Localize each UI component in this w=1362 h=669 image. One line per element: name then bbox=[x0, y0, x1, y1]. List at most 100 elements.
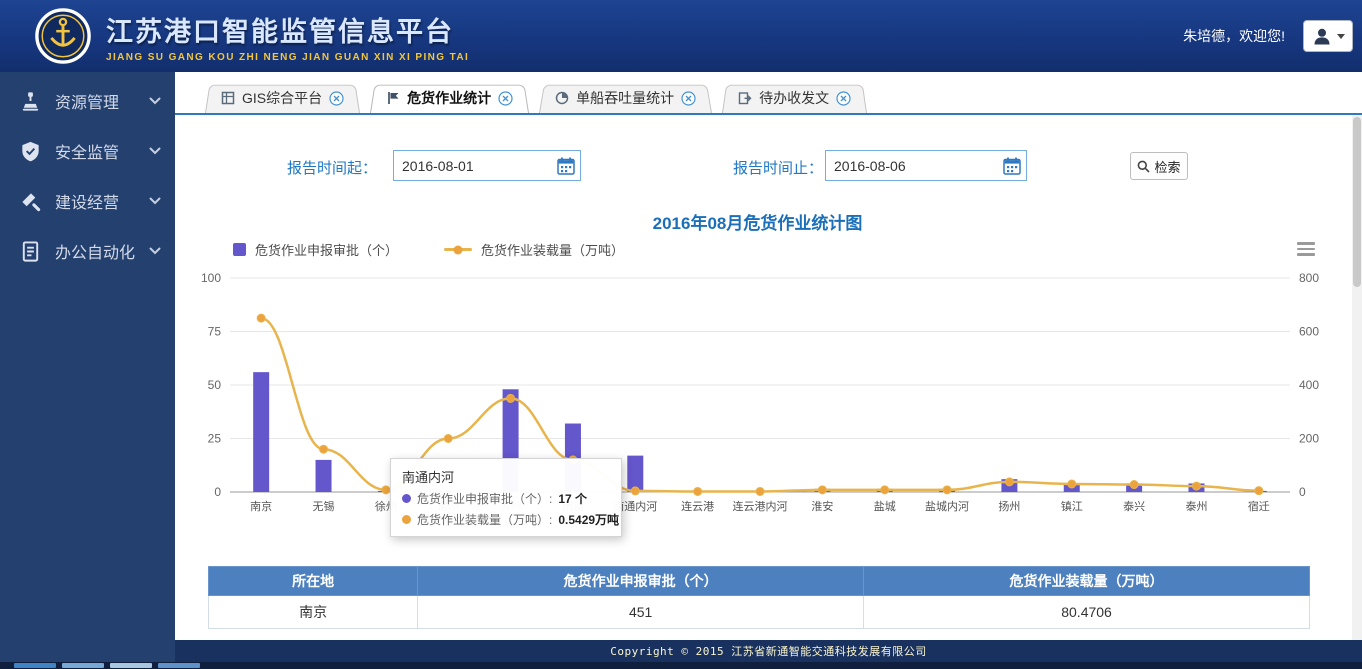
sidebar-item-label: 资源管理 bbox=[55, 89, 149, 113]
svg-text:25: 25 bbox=[208, 432, 222, 446]
cargo-stats-table: 所在地 危货作业申报审批（个） 危货作业装载量（万吨） 南京 451 80.47… bbox=[208, 566, 1310, 629]
chevron-down-icon bbox=[149, 147, 161, 155]
svg-text:盐城: 盐城 bbox=[874, 500, 896, 513]
svg-text:400: 400 bbox=[1299, 378, 1319, 392]
tooltip-line-dot bbox=[402, 515, 411, 524]
tab-dangerous-cargo-stats[interactable]: 危货作业统计 bbox=[370, 83, 529, 113]
svg-text:连云港: 连云港 bbox=[681, 500, 714, 513]
main-content: GIS综合平台 危货作业统计 bbox=[175, 72, 1362, 662]
user-icon bbox=[1312, 27, 1332, 45]
table-header-approvals: 危货作业申报审批（个） bbox=[418, 567, 864, 596]
tab-label: GIS综合平台 bbox=[242, 88, 322, 108]
tab-close-icon[interactable] bbox=[836, 91, 851, 106]
start-date-field bbox=[393, 150, 581, 181]
app-title: 江苏港口智能监管信息平台 bbox=[106, 10, 469, 49]
tooltip-bar-dot bbox=[402, 494, 411, 503]
platform-logo-icon bbox=[34, 7, 92, 65]
sidebar-item-label: 建设经营 bbox=[55, 189, 149, 213]
svg-text:0: 0 bbox=[214, 485, 221, 499]
svg-text:泰州: 泰州 bbox=[1185, 499, 1207, 513]
send-document-icon bbox=[738, 91, 752, 105]
sidebar-item-safety[interactable]: 安全监管 bbox=[0, 126, 175, 176]
legend-bar-swatch bbox=[233, 243, 246, 256]
flag-icon bbox=[386, 91, 400, 105]
vertical-scrollbar[interactable] bbox=[1352, 115, 1362, 640]
legend-item-line[interactable]: 危货作业装载量（万吨） bbox=[444, 240, 624, 259]
table-header-row: 所在地 危货作业申报审批（个） 危货作业装载量（万吨） bbox=[209, 567, 1310, 596]
construction-icon bbox=[19, 190, 42, 213]
title-block: 江苏港口智能监管信息平台 JIANG SU GANG KOU ZHI NENG … bbox=[106, 10, 469, 63]
resource-icon bbox=[19, 90, 42, 113]
legend-line-swatch bbox=[444, 248, 472, 251]
caret-down-icon bbox=[1337, 34, 1345, 39]
tooltip-line-label: 危货作业装载量（万吨）: bbox=[417, 511, 552, 528]
tooltip-title: 南通内河 bbox=[402, 467, 610, 486]
chart-tooltip: 南通内河 危货作业申报审批（个）: 17 个 危货作业装载量（万吨）: 0.54… bbox=[390, 458, 622, 537]
start-date-input[interactable] bbox=[394, 158, 552, 174]
chevron-down-icon bbox=[149, 197, 161, 205]
chart-menu-icon[interactable] bbox=[1297, 242, 1315, 256]
tooltip-line-value: 0.5429万吨 bbox=[558, 511, 619, 528]
legend-item-bar[interactable]: 危货作业申报审批（个） bbox=[233, 240, 398, 259]
svg-text:宿迁: 宿迁 bbox=[1248, 499, 1270, 513]
legend-line-label: 危货作业装载量（万吨） bbox=[481, 240, 624, 259]
tooltip-row-bar: 危货作业申报审批（个）: 17 个 bbox=[402, 490, 610, 507]
svg-text:200: 200 bbox=[1299, 432, 1319, 446]
legend-bar-label: 危货作业申报审批（个） bbox=[255, 240, 398, 259]
chart-title: 2016年08月危货作业统计图 bbox=[175, 209, 1340, 234]
svg-text:连云港内河: 连云港内河 bbox=[733, 499, 788, 513]
tab-pending-documents[interactable]: 待办收发文 bbox=[722, 83, 867, 113]
svg-text:50: 50 bbox=[208, 378, 222, 392]
sidebar-item-construction[interactable]: 建设经营 bbox=[0, 176, 175, 226]
search-icon bbox=[1137, 160, 1150, 173]
svg-text:100: 100 bbox=[201, 271, 221, 285]
calendar-icon[interactable] bbox=[552, 151, 580, 180]
table-header-loadage: 危货作业装载量（万吨） bbox=[864, 567, 1310, 596]
svg-text:泰兴: 泰兴 bbox=[1123, 499, 1145, 513]
tab-close-icon[interactable] bbox=[329, 91, 344, 106]
table-cell-approvals: 451 bbox=[418, 596, 864, 629]
svg-text:南京: 南京 bbox=[250, 499, 272, 513]
table-row: 南京 451 80.4706 bbox=[209, 596, 1310, 629]
end-date-input[interactable] bbox=[826, 158, 998, 174]
sidebar-item-resources[interactable]: 资源管理 bbox=[0, 76, 175, 126]
calendar-icon[interactable] bbox=[998, 151, 1026, 180]
legend-line-dot bbox=[454, 245, 463, 254]
svg-text:600: 600 bbox=[1299, 325, 1319, 339]
cargo-chart-svg[interactable]: 00252005040075600100800南京无锡徐州常州苏州南通南通内河连… bbox=[185, 258, 1335, 543]
user-menu-button[interactable] bbox=[1303, 20, 1353, 52]
sidebar-item-office-automation[interactable]: 办公自动化 bbox=[0, 226, 175, 276]
gis-grid-icon bbox=[221, 91, 235, 105]
search-button-label: 检索 bbox=[1154, 157, 1180, 176]
office-document-icon bbox=[19, 240, 42, 263]
report-filter-bar: 报告时间起： 报告时间止： bbox=[175, 150, 1348, 184]
copyright-text: Copyright © 2015 江苏省新通智能交通科技发展有限公司 bbox=[610, 643, 927, 659]
tab-label: 待办收发文 bbox=[759, 88, 829, 108]
welcome-text: 朱培德，欢迎您! bbox=[1183, 26, 1285, 46]
end-date-label: 报告时间止： bbox=[733, 157, 823, 178]
tab-gis-platform[interactable]: GIS综合平台 bbox=[205, 83, 360, 113]
pie-chart-icon bbox=[555, 91, 569, 105]
tab-label: 危货作业统计 bbox=[407, 88, 491, 108]
svg-text:800: 800 bbox=[1299, 271, 1319, 285]
sidebar-nav: 资源管理 安全监管 建设经营 bbox=[0, 72, 175, 662]
search-button[interactable]: 检索 bbox=[1130, 152, 1188, 180]
svg-text:无锡: 无锡 bbox=[313, 499, 335, 513]
tab-ship-throughput-stats[interactable]: 单船吞吐量统计 bbox=[539, 83, 712, 113]
taskbar-strip bbox=[0, 662, 1362, 669]
app-subtitle: JIANG SU GANG KOU ZHI NENG JIAN GUAN XIN… bbox=[106, 52, 469, 63]
tooltip-row-line: 危货作业装载量（万吨）: 0.5429万吨 bbox=[402, 511, 610, 528]
svg-text:扬州: 扬州 bbox=[998, 499, 1020, 513]
copyright-footer: Copyright © 2015 江苏省新通智能交通科技发展有限公司 bbox=[175, 640, 1362, 662]
svg-text:盐城内河: 盐城内河 bbox=[925, 499, 969, 513]
table-cell-loadage: 80.4706 bbox=[864, 596, 1310, 629]
tab-close-icon[interactable] bbox=[498, 91, 513, 106]
tab-close-icon[interactable] bbox=[681, 91, 696, 106]
end-date-field bbox=[825, 150, 1027, 181]
table-header-location: 所在地 bbox=[209, 567, 418, 596]
shield-icon bbox=[19, 140, 42, 163]
header-right: 朱培德，欢迎您! bbox=[1183, 20, 1362, 52]
scrollbar-thumb[interactable] bbox=[1353, 117, 1361, 287]
top-header: 江苏港口智能监管信息平台 JIANG SU GANG KOU ZHI NENG … bbox=[0, 0, 1362, 72]
chart-legend: 危货作业申报审批（个） 危货作业装载量（万吨） bbox=[233, 240, 624, 259]
